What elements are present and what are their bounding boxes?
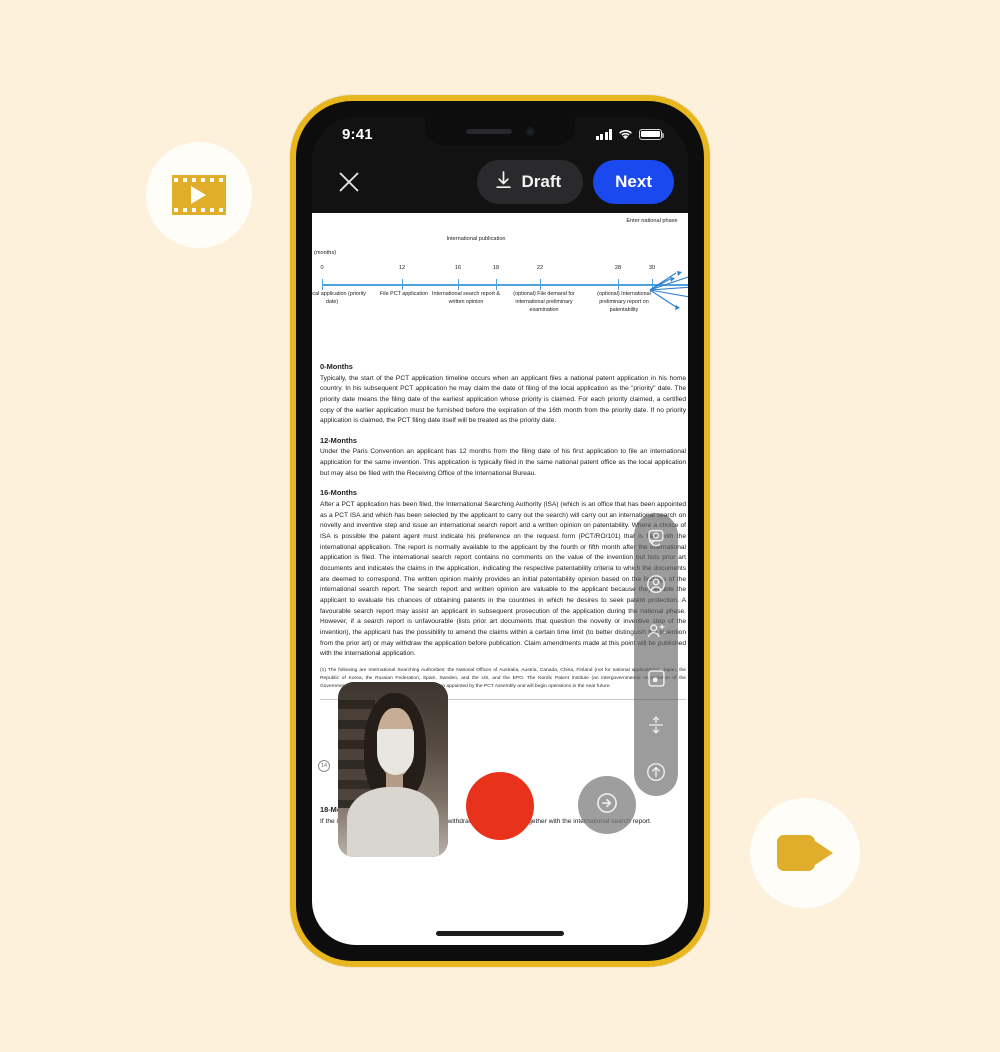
section-heading: 16-Months xyxy=(320,488,357,498)
battery-icon xyxy=(639,128,664,140)
section-paragraph: Under the Paris Convention an applicant … xyxy=(320,448,686,477)
home-indicator xyxy=(436,931,564,936)
figure-tick xyxy=(496,279,498,290)
video-camera-badge xyxy=(750,798,860,908)
figure-axis-label: (months) xyxy=(314,250,337,256)
section-paragraph: Typically, the start of the PCT applicat… xyxy=(320,374,686,425)
phone-bezel: 9:41 Draft Next (months) 0 12 16 18 22 2… xyxy=(296,101,704,961)
page-marker: 14 xyxy=(318,759,330,772)
draft-label: Draft xyxy=(521,172,562,191)
layout-square-icon[interactable] xyxy=(641,663,671,693)
figure-tick xyxy=(540,279,542,290)
upload-arrow-icon[interactable] xyxy=(641,757,671,787)
figure-tick-label: 18 xyxy=(492,265,500,271)
webcam-pip-preview[interactable] xyxy=(338,682,448,857)
figure-tick-label: 16 xyxy=(454,265,462,271)
figure-axis-line xyxy=(322,284,688,286)
download-icon xyxy=(495,170,512,194)
film-play-badge xyxy=(146,142,252,248)
save-draft-button[interactable]: Draft xyxy=(477,160,584,204)
figure-tick-label: 28 xyxy=(614,265,622,271)
pip-body xyxy=(346,787,440,857)
figure-tick xyxy=(618,279,620,290)
figure-below-label: File local application (priority date) xyxy=(312,291,366,305)
next-button[interactable]: Next xyxy=(593,160,674,204)
figure-tick xyxy=(458,279,460,290)
figure-below-label: International search report & written op… xyxy=(431,291,501,305)
switch-camera-icon[interactable] xyxy=(641,522,671,552)
add-participant-sparkle-icon[interactable] xyxy=(641,616,671,646)
figure-below-label: (optional) File demand for international… xyxy=(513,291,575,313)
resize-vertical-icon[interactable] xyxy=(641,710,671,740)
film-play-icon xyxy=(172,175,226,215)
figure-national-phase-fan xyxy=(649,271,688,310)
pip-face-mask xyxy=(376,729,414,775)
document-canvas[interactable]: (months) 0 12 16 18 22 28 30 Internation… xyxy=(312,213,688,945)
status-time: 9:41 xyxy=(342,125,373,143)
phone-frame: 9:41 Draft Next (months) 0 12 16 18 22 2… xyxy=(290,95,710,967)
pct-timeline-figure: (months) 0 12 16 18 22 28 30 Internation… xyxy=(312,213,688,353)
front-camera-icon xyxy=(525,126,535,136)
figure-above-label: International publication xyxy=(446,236,506,242)
section-paragraph: After a PCT application has been filed, … xyxy=(320,500,686,658)
wifi-icon xyxy=(618,129,633,140)
avatar-icon[interactable] xyxy=(641,569,671,599)
video-camera-icon xyxy=(777,835,833,871)
record-button[interactable] xyxy=(466,772,534,840)
figure-tick-label: 0 xyxy=(320,265,324,271)
screenshot-stage: 9:41 Draft Next (months) 0 12 16 18 22 2… xyxy=(0,0,1000,1052)
earpiece-speaker xyxy=(465,128,512,134)
cellular-signal-icon xyxy=(595,128,612,140)
figure-tick xyxy=(402,279,404,290)
figure-tick-label: 22 xyxy=(536,265,544,271)
section-heading: 12-Months xyxy=(320,435,357,445)
finish-recording-button[interactable] xyxy=(578,776,636,834)
close-icon[interactable] xyxy=(332,165,366,199)
status-indicators xyxy=(595,128,664,140)
figure-above-label: Enter national phase xyxy=(626,218,678,224)
app-top-bar: Draft Next xyxy=(312,151,688,213)
recording-tools-toolbar[interactable] xyxy=(634,513,678,796)
figure-tick xyxy=(322,279,324,290)
phone-notch xyxy=(425,117,575,145)
phone-screen: 9:41 Draft Next (months) 0 12 16 18 22 2… xyxy=(312,117,688,945)
figure-tick-label: 12 xyxy=(398,265,406,271)
exit-arrow-icon xyxy=(594,790,620,821)
section-heading: 0-Months xyxy=(320,362,353,371)
